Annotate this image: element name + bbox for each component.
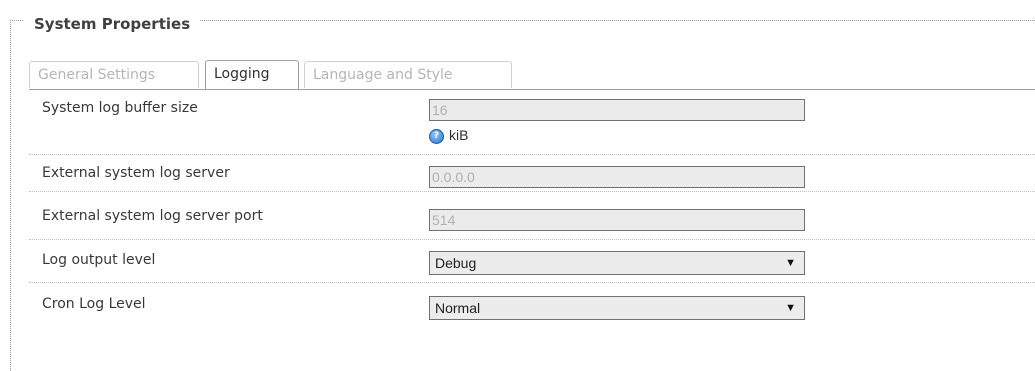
log-server-input[interactable]: 0.0.0.0 (429, 166, 805, 188)
system-properties-page: System Properties General Settings Loggi… (0, 0, 1035, 371)
tab-general-settings[interactable]: General Settings (29, 61, 199, 88)
log-server-label: External system log server (42, 165, 230, 181)
buffer-size-label: System log buffer size (42, 100, 198, 116)
question-icon[interactable]: ? (429, 129, 444, 144)
row-buffer-size: System log buffer size 16 ? kiB (29, 90, 1035, 155)
cron-log-level-label: Cron Log Level (42, 296, 146, 312)
cron-log-level-select[interactable]: Normal ▼ (429, 296, 805, 320)
row-log-server: External system log server 0.0.0.0 (29, 155, 1035, 192)
row-log-server-port: External system log server port 514 (29, 192, 1035, 240)
log-server-port-label: External system log server port (42, 208, 263, 224)
log-output-level-select[interactable]: Debug ▼ (429, 251, 805, 275)
row-cron-log-level: Cron Log Level Normal ▼ (29, 283, 1035, 327)
section-legend: System Properties (24, 14, 201, 34)
buffer-size-unit: kiB (449, 127, 469, 143)
log-output-level-label: Log output level (42, 252, 156, 268)
log-output-level-value: Debug (435, 255, 477, 271)
logging-panel: System log buffer size 16 ? kiB External… (29, 89, 1035, 350)
chevron-down-icon: ▼ (785, 302, 796, 314)
row-log-output-level: Log output level Debug ▼ (29, 240, 1035, 283)
tab-language-and-style[interactable]: Language and Style (304, 61, 512, 88)
chevron-down-icon: ▼ (785, 257, 796, 269)
buffer-size-input[interactable]: 16 (429, 99, 805, 121)
cron-log-level-value: Normal (435, 300, 481, 316)
log-server-port-input[interactable]: 514 (429, 209, 805, 231)
tab-logging[interactable]: Logging (205, 60, 299, 89)
